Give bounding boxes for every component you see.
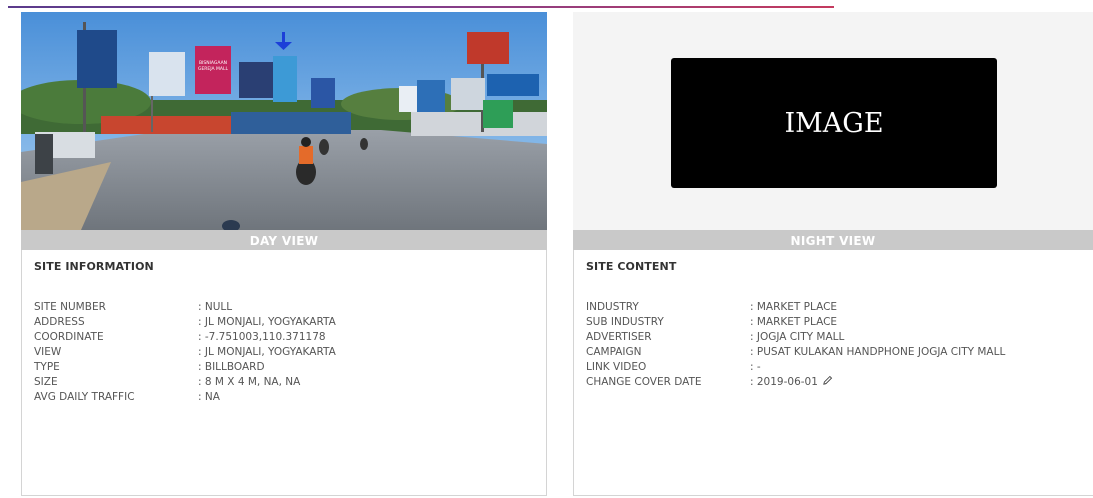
day-view-photo[interactable]: BISNIAGAAN GEREJA MALL	[21, 12, 547, 230]
content-row-campaign: CAMPAIGN : PUSAT KULAKAN HANDPHONE JOGJA …	[586, 345, 1081, 360]
info-value: : JL MONJALI, YOGYAKARTA	[198, 316, 336, 328]
night-view-caption: NIGHT VIEW	[573, 230, 1093, 250]
night-view-photo[interactable]: IMAGE	[573, 12, 1093, 230]
content-value: : MARKET PLACE	[750, 316, 838, 328]
info-label: AVG DAILY TRAFFIC	[34, 391, 135, 403]
info-row-type: TYPE : BILLBOARD	[34, 360, 534, 375]
image-placeholder: IMAGE	[671, 58, 997, 188]
info-row-size: SIZE : 8 M X 4 M, NA, NA	[34, 375, 534, 390]
header-accent-line	[8, 6, 834, 8]
info-value: : -7.751003,110.371178	[198, 331, 326, 343]
content-label: CAMPAIGN	[586, 346, 642, 358]
billboard-text: BISNIAGAAN	[199, 60, 227, 66]
info-row-avg-daily-traffic: AVG DAILY TRAFFIC : NA	[34, 390, 534, 405]
content-row-sub-industry: SUB INDUSTRY : MARKET PLACE	[586, 315, 1081, 330]
site-content-title: SITE CONTENT	[586, 260, 677, 273]
info-value: : NA	[198, 391, 220, 403]
content-label: INDUSTRY	[586, 301, 639, 313]
info-value: : BILLBOARD	[198, 361, 265, 373]
content-value: : 2019-06-01	[750, 376, 818, 388]
info-label: SIZE	[34, 376, 58, 388]
info-label: ADDRESS	[34, 316, 85, 328]
info-label: COORDINATE	[34, 331, 104, 343]
day-view-caption: DAY VIEW	[21, 230, 547, 250]
content-value: : PUSAT KULAKAN HANDPHONE JOGJA CITY MAL…	[750, 346, 1006, 358]
day-view-panel: BISNIAGAAN GEREJA MALL DAY VIEW SITE INF…	[21, 12, 547, 496]
site-information-card: SITE INFORMATION SITE NUMBER : NULL ADDRE…	[21, 250, 547, 496]
info-label: TYPE	[34, 361, 60, 373]
info-row-view: VIEW : JL MONJALI, YOGYAKARTA	[34, 345, 534, 360]
info-row-coordinate: COORDINATE : -7.751003,110.371178	[34, 330, 534, 345]
content-row-change-cover-date: CHANGE COVER DATE : 2019-06-01	[586, 375, 1081, 391]
info-row-address: ADDRESS : JL MONJALI, YOGYAKARTA	[34, 315, 534, 330]
content-label: LINK VIDEO	[586, 361, 647, 373]
content-row-link-video: LINK VIDEO : -	[586, 360, 1081, 375]
content-value: : -	[750, 361, 761, 373]
info-value: : JL MONJALI, YOGYAKARTA	[198, 346, 336, 358]
info-value: : NULL	[198, 301, 233, 313]
info-value: : 8 M X 4 M, NA, NA	[198, 376, 301, 388]
site-information-list: SITE NUMBER : NULL ADDRESS : JL MONJALI, Y…	[34, 300, 534, 405]
night-view-panel: IMAGE NIGHT VIEW SITE CONTENT INDUSTRY : …	[573, 12, 1093, 496]
content-label: CHANGE COVER DATE	[586, 376, 702, 388]
content-label: ADVERTISER	[586, 331, 652, 343]
info-label: SITE NUMBER	[34, 301, 106, 313]
info-label: VIEW	[34, 346, 62, 358]
site-information-title: SITE INFORMATION	[34, 260, 154, 273]
info-row-site-number: SITE NUMBER : NULL	[34, 300, 534, 315]
site-content-list: INDUSTRY : MARKET PLACE SUB INDUSTRY : MAR…	[586, 300, 1081, 391]
street-billboard-illustration: BISNIAGAAN GEREJA MALL	[21, 12, 547, 230]
content-value: : JOGJA CITY MALL	[750, 331, 845, 343]
billboard-text: GEREJA MALL	[198, 66, 229, 72]
pencil-icon[interactable]	[822, 375, 833, 391]
content-row-advertiser: ADVERTISER : JOGJA CITY MALL	[586, 330, 1081, 345]
content-row-industry: INDUSTRY : MARKET PLACE	[586, 300, 1081, 315]
content-value: : MARKET PLACE	[750, 301, 838, 313]
site-content-card: SITE CONTENT INDUSTRY : MARKET PLACE SUB …	[573, 250, 1093, 496]
content-label: SUB INDUSTRY	[586, 316, 664, 328]
